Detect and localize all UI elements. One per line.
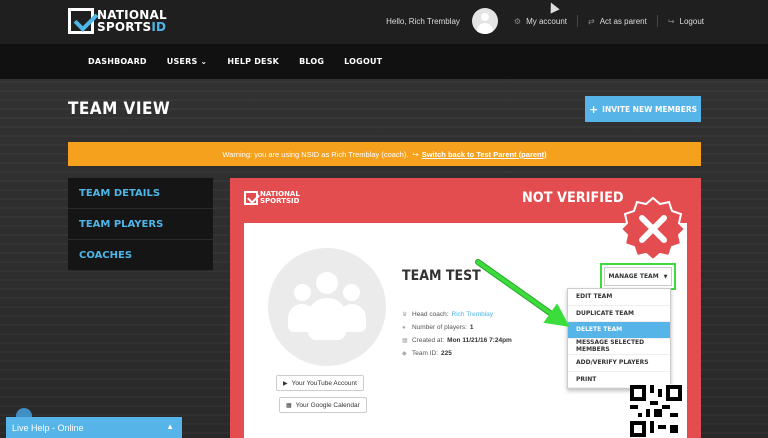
logo-line2: SPORTSID bbox=[97, 20, 167, 34]
warning-banner: Warning: you are using NSID as Rich Trem… bbox=[68, 142, 701, 166]
team-sidebar: TEAM DETAILS TEAM PLAYERS COACHES bbox=[68, 178, 213, 271]
logout-icon: ↪ bbox=[667, 16, 675, 26]
nav-blog[interactable]: BLOG bbox=[289, 57, 334, 66]
main-nav: DASHBOARD USERS ⌄ HELP DESK BLOG LOGOUT bbox=[78, 44, 392, 79]
warning-text: Warning: you are using NSID as Rich Trem… bbox=[222, 149, 409, 159]
nav-dashboard[interactable]: DASHBOARD bbox=[78, 57, 157, 66]
switch-icon: ⇄ bbox=[587, 16, 595, 26]
head-coach-row: ♛ Head coach: Rich Tremblay bbox=[402, 311, 494, 318]
act-as-parent-label: Act as parent bbox=[599, 16, 647, 26]
logo-text: NATIONAL SPORTSID bbox=[97, 9, 167, 33]
switch-back-icon: ↪ bbox=[412, 149, 419, 159]
team-photo-placeholder bbox=[268, 248, 386, 366]
tag-icon: ◆ bbox=[402, 351, 407, 357]
card-logo: NATIONAL SPORTSID bbox=[244, 191, 300, 205]
not-verified-badge-icon bbox=[620, 196, 686, 262]
act-as-parent-link[interactable]: ⇄ Act as parent bbox=[588, 17, 647, 26]
google-label: Your Google Calendar bbox=[295, 401, 360, 409]
manage-team-dropdown: EDIT TEAM DUPLICATE TEAM DELETE TEAM MES… bbox=[567, 288, 671, 389]
nav-logout[interactable]: LOGOUT bbox=[334, 57, 392, 66]
chevron-up-icon: ▲ bbox=[166, 422, 174, 431]
switch-back-link[interactable]: Switch back to Test Parent (parent) bbox=[422, 150, 547, 159]
youtube-icon: ▶ bbox=[283, 380, 288, 387]
qr-code-icon bbox=[630, 384, 682, 438]
gear-icon: ⚙ bbox=[513, 16, 522, 26]
calendar-icon: ▦ bbox=[402, 338, 408, 344]
sidebar-item-team-players[interactable]: TEAM PLAYERS bbox=[68, 209, 213, 240]
national-sports-id-logo[interactable]: NATIONAL SPORTSID bbox=[68, 4, 167, 38]
manage-team-inner: MANAGE TEAM ▼ bbox=[604, 267, 672, 286]
google-calendar-button[interactable]: ▦ Your Google Calendar bbox=[279, 397, 367, 413]
trophy-icon: ♛ bbox=[402, 312, 408, 318]
menu-item-duplicate-team[interactable]: DUPLICATE TEAM bbox=[568, 306, 670, 322]
logo-check-icon bbox=[68, 8, 94, 34]
invite-label: INVITE NEW MEMBERS bbox=[602, 104, 698, 114]
head-coach-link[interactable]: Rich Tremblay bbox=[452, 311, 494, 318]
calendar-icon: ▦ bbox=[286, 402, 292, 409]
team-id-row: ◆ Team ID: 225 bbox=[402, 350, 452, 357]
logo-check-icon bbox=[244, 191, 258, 205]
manage-team-label: MANAGE TEAM bbox=[608, 273, 659, 280]
menu-item-add-verify-players[interactable]: ADD/VERIFY PLAYERS bbox=[568, 355, 670, 372]
avatar[interactable] bbox=[471, 8, 498, 34]
logout-label: Logout bbox=[679, 16, 704, 26]
card-logo-line2: SPORTSID bbox=[260, 197, 300, 205]
top-bar: NATIONAL SPORTSID Hello, Rich Tremblay ⚙… bbox=[0, 0, 768, 44]
sidebar-item-coaches[interactable]: COACHES bbox=[68, 240, 213, 271]
divider bbox=[656, 15, 658, 27]
menu-item-delete-team[interactable]: DELETE TEAM bbox=[568, 322, 670, 339]
user-area: Hello, Rich Tremblay ⚙ My account ⇄ Act … bbox=[386, 8, 704, 34]
my-account-label: My account bbox=[526, 16, 567, 26]
youtube-account-button[interactable]: ▶ Your YouTube Account bbox=[276, 375, 364, 391]
live-help-label: Live Help - Online bbox=[12, 422, 84, 433]
players-row: ● Number of players: 1 bbox=[402, 324, 474, 331]
page-title: TEAM VIEW bbox=[68, 99, 171, 119]
logout-link[interactable]: ↪ Logout bbox=[668, 17, 704, 26]
invite-new-members-button[interactable]: + INVITE NEW MEMBERS bbox=[585, 96, 701, 122]
live-help-bar[interactable]: Live Help - Online ▲ bbox=[6, 417, 182, 438]
divider bbox=[576, 15, 578, 27]
plus-icon: + bbox=[588, 102, 599, 116]
my-account-link[interactable]: ⚙ My account bbox=[514, 17, 567, 26]
team-details: ♛ Head coach: Rich Tremblay ● Number of … bbox=[402, 308, 512, 360]
verification-status: NOT VERIFIED bbox=[522, 190, 624, 206]
manage-team-button[interactable]: MANAGE TEAM ▼ bbox=[600, 263, 676, 290]
created-row: ▦ Created at: Mon 11/21/16 7:24pm bbox=[402, 337, 512, 344]
youtube-label: Your YouTube Account bbox=[291, 379, 357, 387]
nav-help-desk[interactable]: HELP DESK bbox=[217, 57, 289, 66]
menu-item-edit-team[interactable]: EDIT TEAM bbox=[568, 289, 670, 306]
user-icon: ● bbox=[402, 324, 406, 331]
team-name: TEAM TEST bbox=[402, 268, 481, 284]
menu-item-message-members[interactable]: MESSAGE SELECTED MEMBERS bbox=[568, 339, 670, 355]
caret-down-icon: ▼ bbox=[663, 273, 668, 280]
sidebar-item-team-details[interactable]: TEAM DETAILS bbox=[68, 178, 213, 209]
nav-users[interactable]: USERS ⌄ bbox=[157, 57, 218, 66]
main-nav-bar: DASHBOARD USERS ⌄ HELP DESK BLOG LOGOUT bbox=[0, 44, 768, 79]
hello-text: Hello, Rich Tremblay bbox=[386, 16, 460, 26]
